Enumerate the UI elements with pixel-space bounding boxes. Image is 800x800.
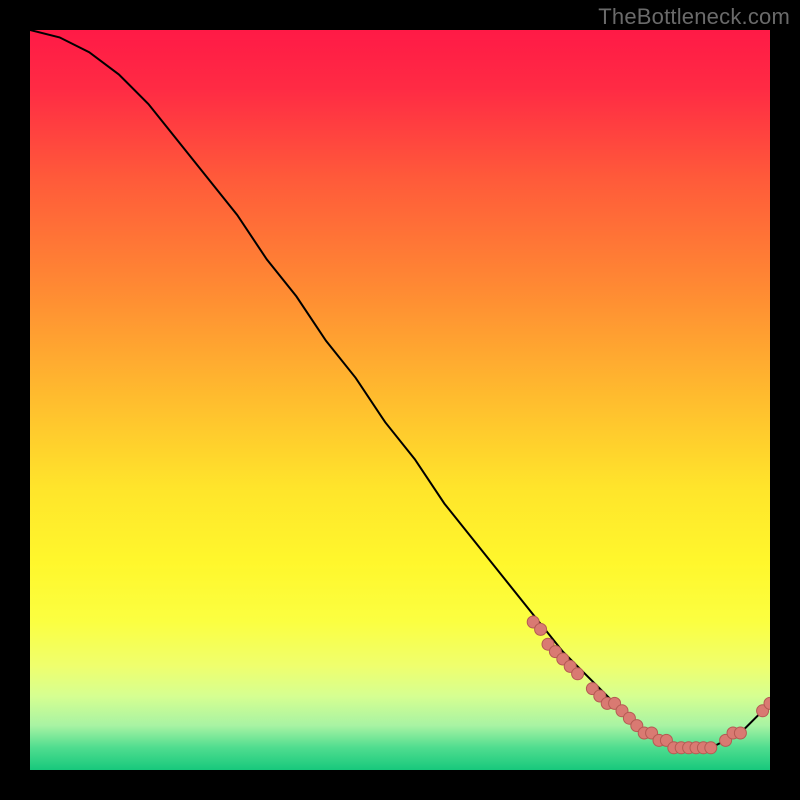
chart-container: { "watermark": "TheBottleneck.com", "col… (0, 0, 800, 800)
curve-marker (734, 727, 746, 739)
curve-marker (535, 623, 547, 635)
watermark-text: TheBottleneck.com (598, 4, 790, 30)
bottleneck-chart (30, 30, 770, 770)
gradient-background (30, 30, 770, 770)
plot-area (30, 30, 770, 770)
curve-marker (705, 742, 717, 754)
curve-marker (572, 668, 584, 680)
